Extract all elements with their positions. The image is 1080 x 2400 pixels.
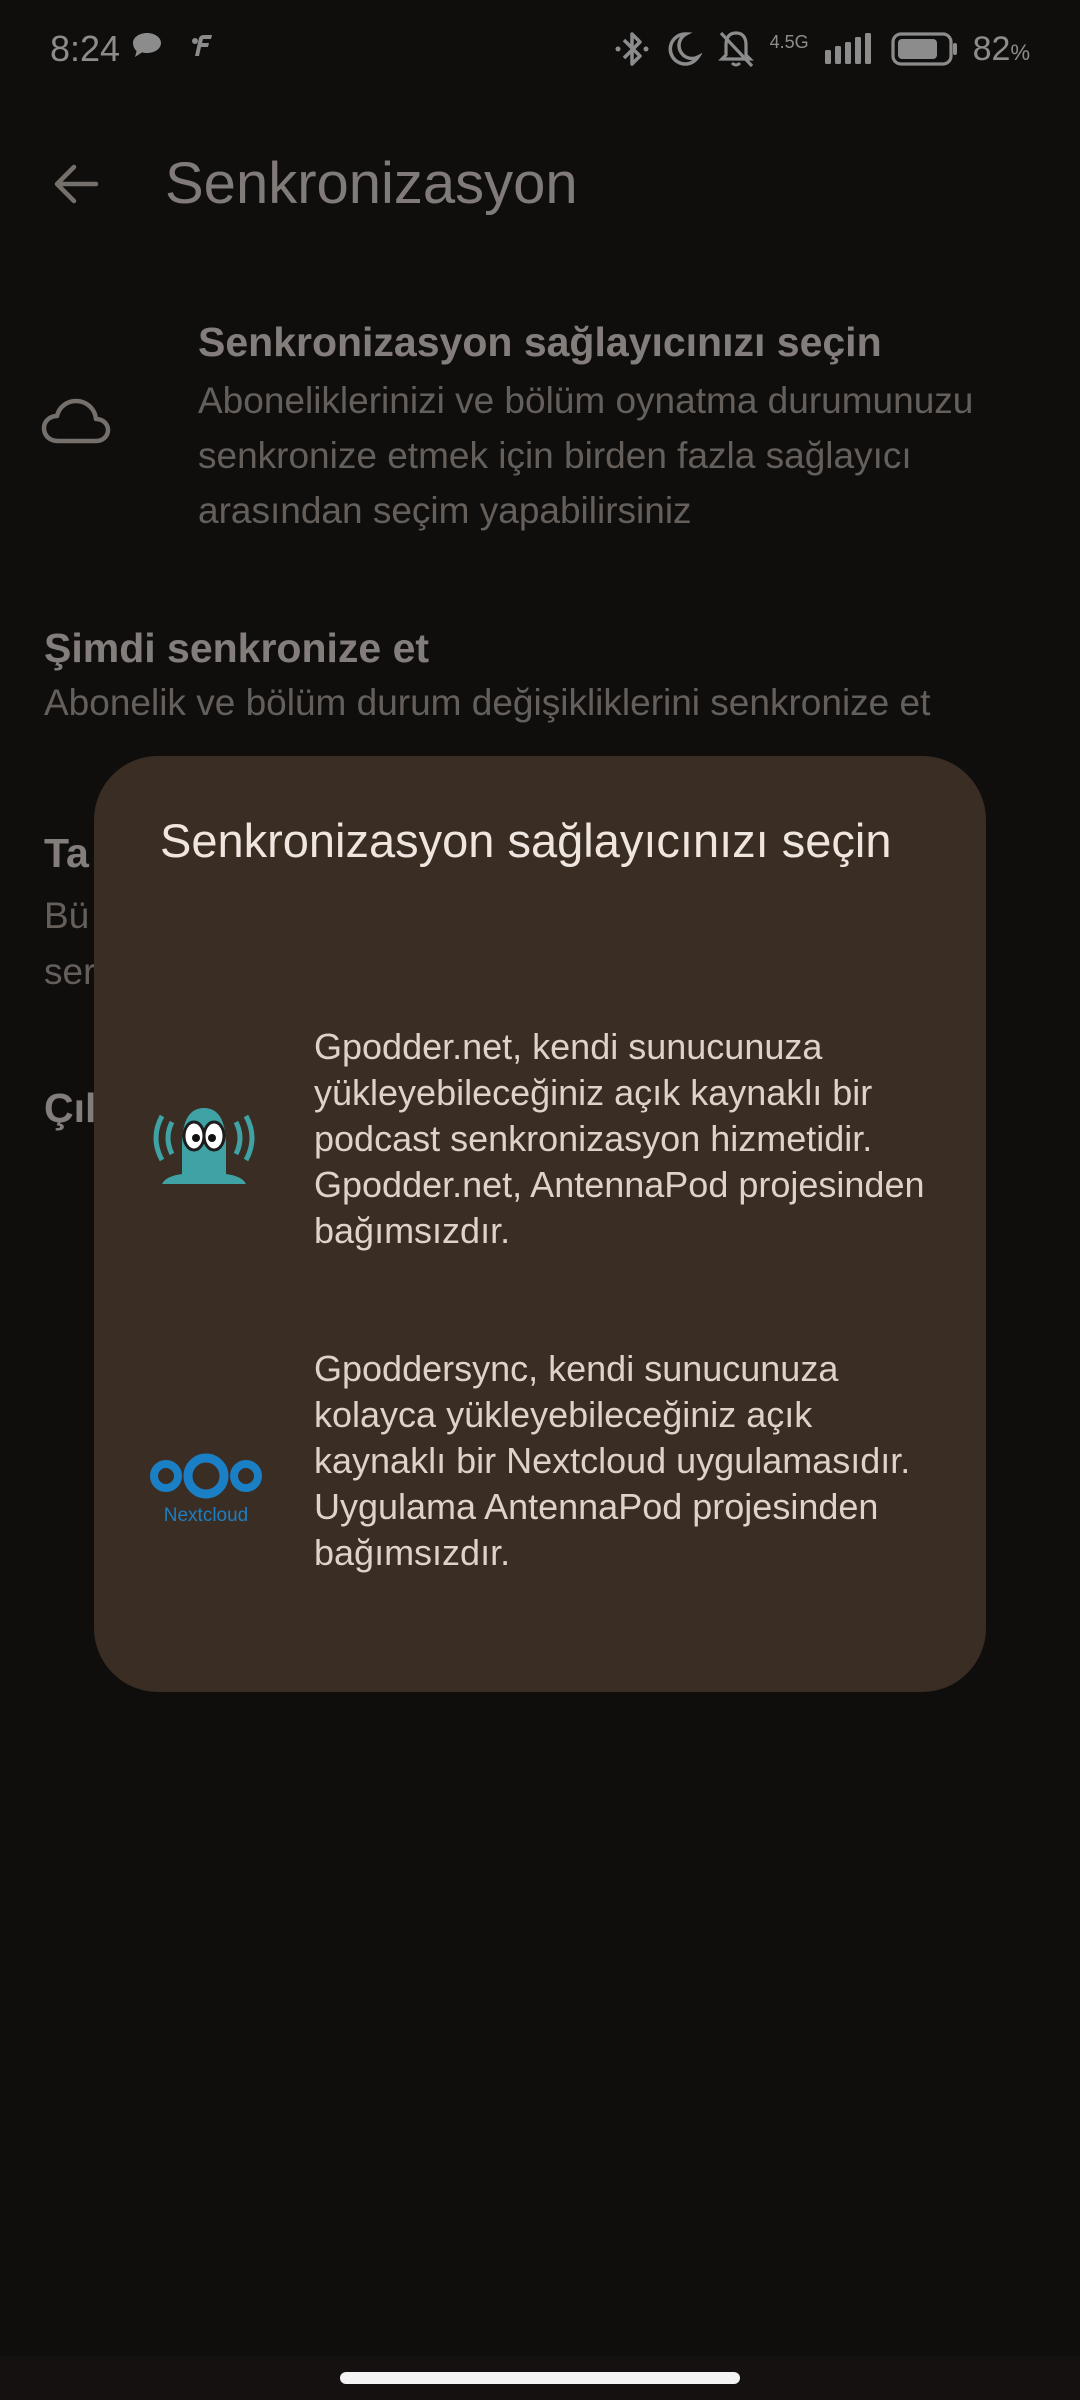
home-gesture-handle[interactable] xyxy=(340,2372,740,2384)
provider-gpodder-description: Gpodder.net, kendi sunucunuza yükleyebil… xyxy=(314,1026,925,1251)
provider-nextcloud-description: Gpoddersync, kendi sunucunuza kolayca yü… xyxy=(314,1348,911,1573)
provider-nextcloud[interactable]: Nextcloud Gpoddersync, kendi sunucunuza … xyxy=(94,1346,986,1586)
nextcloud-rings-icon xyxy=(150,1453,262,1499)
navigation-bar xyxy=(0,2356,1080,2400)
gpodder-logo xyxy=(153,1108,255,1184)
nextcloud-logo-text: Nextcloud xyxy=(163,1505,249,1526)
nextcloud-logo: Nextcloud xyxy=(146,1450,266,1527)
provider-gpodder[interactable]: Gpodder.net, kendi sunucunuza yükleyebil… xyxy=(94,1024,986,1264)
sync-provider-dialog: Senkronizasyon sağlayıcınızı seçin Gpodd… xyxy=(94,756,986,1692)
dialog-title: Senkronizasyon sağlayıcınızı seçin xyxy=(160,814,892,867)
